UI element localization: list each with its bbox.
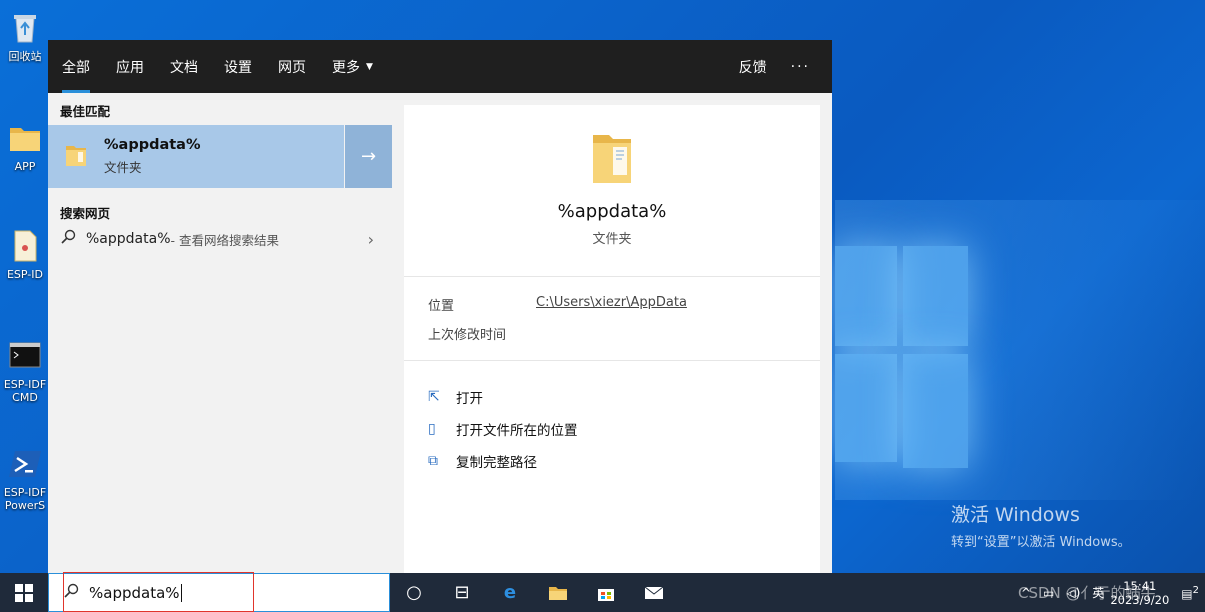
tab-more[interactable]: 更多 ▼ — [320, 40, 385, 93]
detail-name: %appdata% — [557, 201, 667, 222]
copy-icon: ⧉ — [428, 453, 438, 469]
store-icon[interactable] — [582, 573, 630, 612]
desktop-icon-recycle-bin[interactable]: 回收站 — [0, 10, 50, 63]
taskbar-search-input[interactable]: %appdata% — [48, 573, 390, 612]
desktop-icon-esp-idf[interactable]: ESP-ID — [0, 228, 50, 281]
activate-title: 激活 Windows — [951, 504, 1080, 526]
detail-actions: ⇱ 打开 ▯ 打开文件所在的位置 ⧉ 复制完整路径 — [404, 361, 820, 497]
search-tabs-bar: 全部 应用 文档 设置 网页 更多 ▼ 反馈 ··· — [48, 40, 832, 93]
cmd-icon — [7, 338, 43, 374]
cortana-icon[interactable]: ○ — [390, 573, 438, 612]
windows-icon — [15, 583, 33, 602]
search-icon — [63, 583, 79, 603]
detail-meta: 位置 C:\Users\xiezr\AppData 上次修改时间 — [404, 277, 820, 361]
mail-icon[interactable] — [630, 573, 678, 612]
csdn-watermark: CSDN @亻亍的蜗牛 — [1018, 584, 1156, 602]
tab-web[interactable]: 网页 — [266, 40, 318, 93]
detail-type: 文件夹 — [592, 232, 632, 247]
web-search-item[interactable]: %appdata% - 查看网络搜索结果 › — [48, 223, 392, 255]
open-action[interactable]: ⇱ 打开 — [428, 381, 796, 413]
start-button[interactable] — [0, 573, 48, 612]
best-match-open[interactable]: %appdata% 文件夹 — [48, 125, 344, 188]
windows-logo-wallpaper — [835, 246, 968, 468]
search-panel: 全部 应用 文档 设置 网页 更多 ▼ 反馈 ··· 最佳匹配 %appdata%… — [48, 40, 832, 573]
notification-icon[interactable]: ▤2 — [1181, 585, 1199, 601]
copy-full-path-action[interactable]: ⧉ 复制完整路径 — [428, 445, 796, 477]
web-search-hint: - 查看网络搜索结果 — [170, 232, 279, 248]
file-explorer-icon[interactable] — [534, 573, 582, 612]
tab-apps[interactable]: 应用 — [104, 40, 156, 93]
open-file-location-action[interactable]: ▯ 打开文件所在的位置 — [428, 413, 796, 445]
search-value: %appdata% — [89, 583, 180, 602]
tab-settings[interactable]: 设置 — [212, 40, 264, 93]
desktop-icon-esp-idf-powershell[interactable]: ESP-IDF PowerS — [0, 446, 50, 512]
text-cursor — [180, 583, 182, 602]
open-icon: ⇱ — [428, 389, 440, 405]
tab-all[interactable]: 全部 — [50, 40, 102, 93]
tab-documents[interactable]: 文档 — [158, 40, 210, 93]
best-match-type: 文件夹 — [104, 160, 142, 175]
powershell-icon — [7, 446, 43, 482]
chevron-right-icon: › — [367, 229, 374, 249]
edge-icon[interactable]: e — [486, 573, 534, 612]
desktop-icon-app[interactable]: APP — [0, 120, 50, 173]
activate-windows-watermark: 激活 Windows 转到“设置”以激活 Windows。 — [951, 500, 1131, 550]
results-list: 最佳匹配 %appdata% 文件夹 → 搜索网页 %appdata% - 查看… — [48, 93, 392, 573]
file-location-icon: ▯ — [428, 421, 436, 437]
taskbar: %appdata% ○ ⊟ e ^ ▭ ◁) 英 15:41 2023/9/20… — [0, 573, 1205, 612]
location-label: 位置 — [428, 299, 455, 314]
location-link[interactable]: C:\Users\xiezr\AppData — [536, 295, 687, 314]
modified-label: 上次修改时间 — [428, 328, 507, 343]
feedback-button[interactable]: 反馈 — [723, 57, 783, 77]
folder-icon — [7, 120, 43, 156]
task-view-icon[interactable]: ⊟ — [438, 573, 486, 612]
detail-pane: %appdata% 文件夹 位置 C:\Users\xiezr\AppData … — [404, 105, 820, 573]
chevron-down-icon: ▼ — [366, 61, 373, 72]
web-search-heading: 搜索网页 — [60, 206, 111, 221]
activate-subtitle: 转到“设置”以激活 Windows。 — [951, 535, 1131, 550]
best-match-name: %appdata% — [104, 137, 201, 153]
best-match-item[interactable]: %appdata% 文件夹 → — [48, 125, 392, 188]
web-search-query: %appdata% — [86, 231, 171, 247]
folder-icon — [404, 129, 820, 191]
more-options-button[interactable]: ··· — [783, 59, 832, 75]
detail-header: %appdata% 文件夹 — [404, 105, 820, 277]
document-icon — [7, 228, 43, 264]
recycle-bin-icon — [7, 10, 43, 46]
desktop-icon-esp-idf-cmd[interactable]: ESP-IDF CMD — [0, 338, 50, 404]
best-match-heading: 最佳匹配 — [60, 104, 111, 119]
search-icon — [60, 229, 76, 249]
arrow-right-icon[interactable]: → — [344, 125, 392, 188]
folder-icon — [64, 142, 88, 172]
